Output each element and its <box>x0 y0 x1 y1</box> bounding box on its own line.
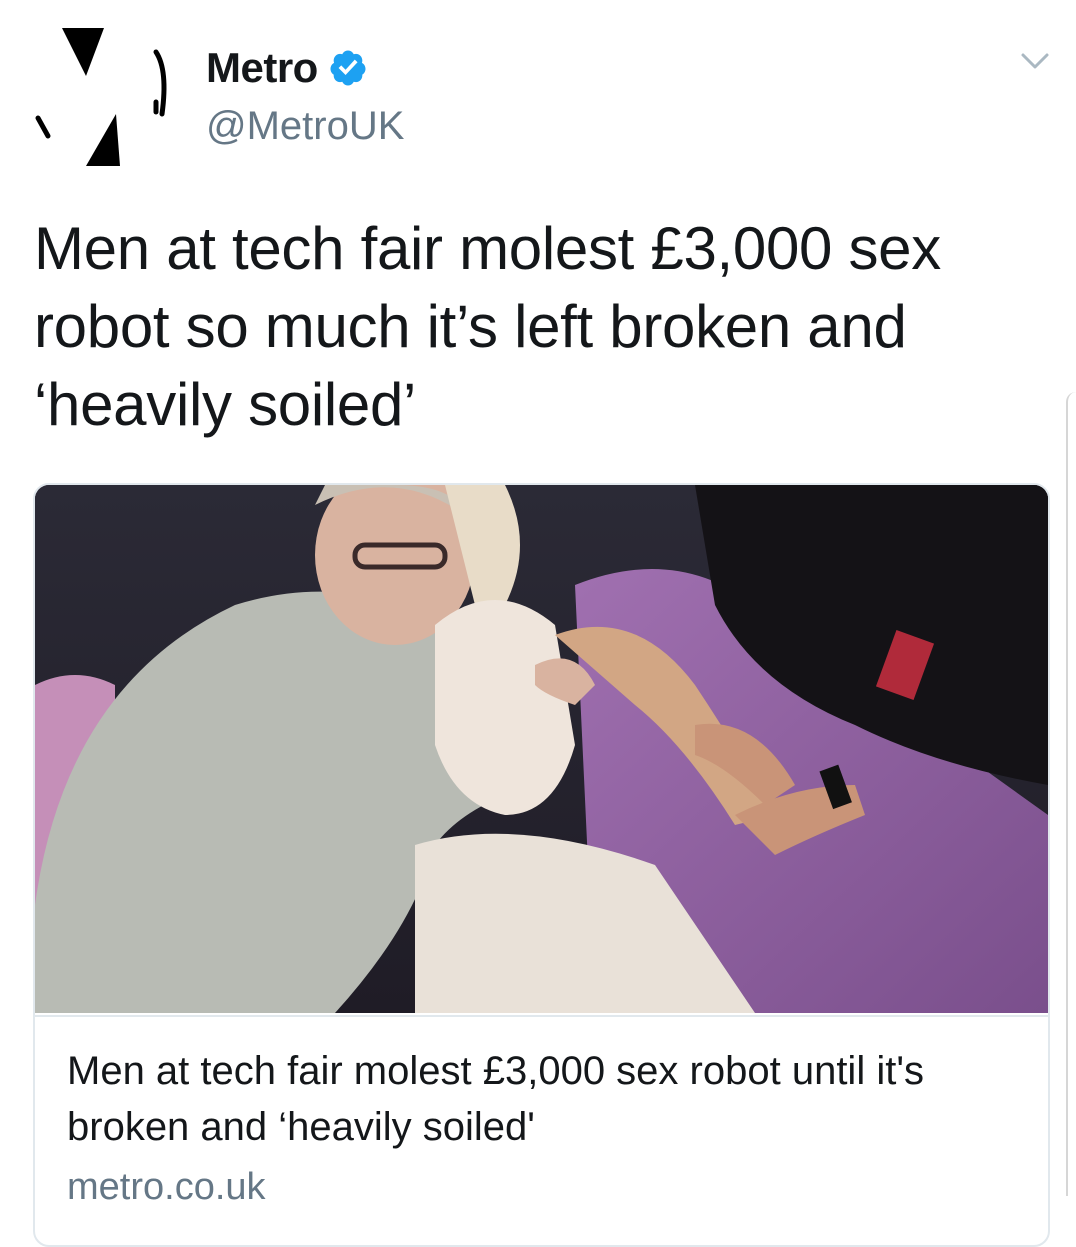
link-card[interactable]: Men at tech fair molest £3,000 sex robot… <box>33 483 1050 1247</box>
display-name[interactable]: Metro <box>206 44 318 92</box>
card-body[interactable]: Men at tech fair molest £3,000 sex robot… <box>35 1015 1048 1213</box>
chevron-down-icon[interactable] <box>1020 50 1050 74</box>
tweet-text: Men at tech fair molest £3,000 sex robot… <box>34 215 941 438</box>
account-handle[interactable]: @MetroUK <box>206 104 404 149</box>
author-name-row[interactable]: Metro <box>206 40 368 96</box>
scrollbar[interactable] <box>1066 392 1076 1196</box>
tweet: Metro @MetroUK Men at tech fair molest £… <box>0 0 1076 1247</box>
article-photo[interactable] <box>35 485 1048 1013</box>
card-domain[interactable]: metro.co.uk <box>67 1161 1018 1213</box>
card-title[interactable]: Men at tech fair molest £3,000 sex robot… <box>67 1043 1018 1155</box>
metro-logo-icon[interactable] <box>22 14 182 174</box>
verified-badge-icon <box>330 50 366 86</box>
